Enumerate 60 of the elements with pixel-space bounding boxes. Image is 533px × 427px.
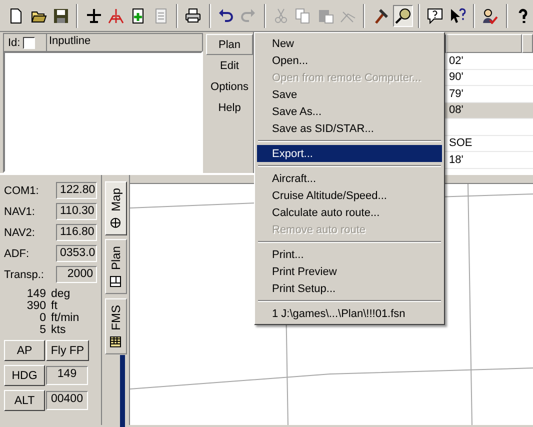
table-cell: 02' — [449, 54, 464, 67]
id-checkbox[interactable] — [23, 36, 36, 48]
menu-item[interactable]: 1 J:\games\...\Plan\!!!01.fsn — [257, 305, 442, 322]
readout-unit: ft — [51, 300, 58, 312]
view-tab[interactable]: FMS — [104, 298, 126, 355]
menu-item[interactable]: Save as SID/STAR... — [257, 120, 442, 137]
input-list[interactable] — [3, 51, 203, 173]
frequency-field[interactable]: 0353.0 — [56, 245, 97, 262]
frequency-field[interactable]: 110.30 — [56, 203, 97, 220]
menu-button[interactable]: Edit — [206, 55, 253, 76]
menu-item[interactable]: Print Setup... — [257, 280, 442, 297]
autopilot-mode-button[interactable]: HDG — [4, 365, 45, 386]
view-tab[interactable]: Plan — [104, 239, 126, 294]
radio-label: Transp.: — [4, 268, 44, 280]
column-header[interactable] — [522, 34, 533, 53]
readout-value: 0 — [38, 312, 46, 324]
menu-item[interactable]: Save — [257, 86, 442, 103]
autopilot-value-field[interactable]: 00400 — [46, 391, 88, 410]
readout-value: 5 — [38, 324, 46, 336]
menu-button[interactable]: Help — [206, 97, 253, 118]
menu-item[interactable]: Print... — [257, 246, 442, 263]
readout-unit: ft/min — [51, 312, 80, 324]
indicator-bar — [120, 355, 125, 427]
frequency-field[interactable]: 2000 — [56, 266, 97, 283]
menu-button[interactable]: Options — [206, 76, 253, 97]
autopilot-mode-button[interactable]: ALT — [4, 390, 45, 411]
frequency-field[interactable]: 122.80 — [56, 182, 97, 199]
menu-item[interactable]: Cruise Altitude/Speed... — [257, 187, 442, 204]
radio-label: COM1: — [4, 184, 39, 196]
menu-item[interactable]: Print Preview — [257, 263, 442, 280]
magnifier-icon[interactable] — [392, 4, 414, 26]
frequency-field[interactable]: 116.80 — [56, 224, 97, 241]
view-tab[interactable]: Map — [104, 181, 126, 236]
autopilot-button[interactable]: Fly FP — [46, 340, 89, 361]
table-cell: 79' — [449, 88, 464, 100]
globe-icon — [110, 217, 121, 228]
column-header[interactable] — [446, 34, 522, 53]
autopilot-button[interactable]: AP — [4, 340, 45, 361]
table-icon — [110, 276, 121, 288]
grid-icon — [110, 336, 121, 348]
column-header[interactable]: Inputline — [47, 34, 93, 51]
readout-unit: deg — [51, 288, 72, 300]
radio-label: NAV2: — [4, 226, 35, 238]
table-cell: 08' — [449, 104, 464, 116]
menu-item[interactable]: Aircraft... — [257, 170, 442, 187]
table-cell: 90' — [449, 71, 464, 84]
table-cell: 18' — [449, 154, 464, 166]
id-label: Id: — [8, 36, 20, 48]
menu-item[interactable]: Save As... — [257, 103, 442, 120]
table-cell: SOE — [449, 137, 472, 150]
readout-unit: kts — [51, 324, 67, 336]
radio-label: ADF: — [4, 248, 30, 260]
menu-item[interactable]: Calculate auto route... — [257, 204, 442, 221]
menu-button[interactable]: Plan — [206, 34, 253, 55]
readout-value: 149 — [26, 288, 46, 300]
menu-item[interactable]: Open... — [257, 52, 442, 69]
readout-value: 390 — [26, 300, 46, 312]
autopilot-value-field[interactable]: 149 — [46, 366, 88, 385]
radio-label: NAV1: — [4, 206, 35, 218]
menu-item[interactable]: Export... — [257, 145, 442, 162]
